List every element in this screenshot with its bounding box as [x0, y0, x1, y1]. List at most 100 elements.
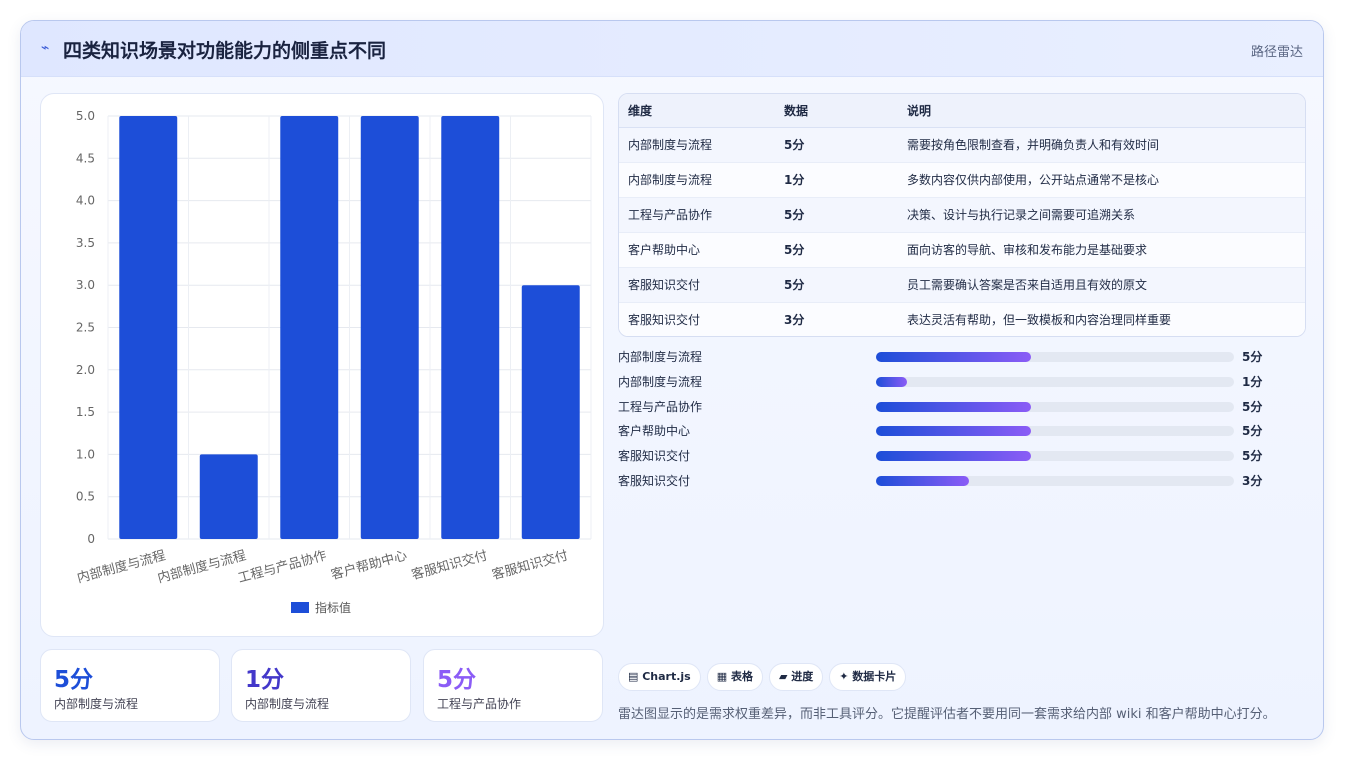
bar	[360, 116, 419, 539]
progress-track	[876, 475, 1234, 486]
table-cell: 表达灵活有帮助，但一致模板和内容治理同样重要	[907, 302, 1305, 336]
x-tick-label: 内部制度与流程	[156, 547, 248, 586]
table-row: 内部制度与流程 5分 需要按角色限制查看，并明确负责人和有效时间	[619, 127, 1305, 163]
progress-row: 工程与产品协作 5分	[618, 397, 1278, 422]
y-tick-label: 2.5	[76, 321, 95, 335]
stat-label: 内部制度与流程	[54, 697, 139, 711]
chip-progress[interactable]: ▰ 进度	[768, 663, 824, 691]
chart-legend[interactable]: 指标值	[291, 599, 351, 616]
y-tick-label: 4.5	[76, 151, 95, 165]
progress-label: 内部制度与流程	[618, 350, 703, 364]
bar-chart: 0 0.5 1.0 1.5 2.0 2.5 3.0 3.5 4.0 4.5 5.0 内部制度与流程内部…	[75, 109, 592, 586]
table-cell: 需要按角色限制查看，并明确负责人和有效时间	[907, 127, 1305, 163]
data-table: 维度 数据 说明 内部制度与流程 5分 需要按角色限制查看，并明确负责人和有效时…	[618, 93, 1306, 337]
pulse-icon: ⌁	[41, 40, 50, 56]
y-tick-label: 0	[87, 532, 95, 546]
table-cell: 5分	[784, 127, 907, 163]
y-tick-label: 0.5	[76, 490, 95, 504]
bar	[199, 454, 258, 539]
header-tag: 路径雷达	[1250, 45, 1303, 60]
stat-label: 工程与产品协作	[437, 697, 522, 711]
progress-fill	[876, 352, 1031, 362]
progress-label: 客服知识交付	[618, 473, 691, 488]
stat-card-1: 5分 内部制度与流程	[40, 649, 220, 722]
table-row: 工程与产品协作 5分 决策、设计与执行记录之间需要可追溯关系	[619, 197, 1305, 233]
column-header: 说明	[907, 94, 1305, 128]
table-cell: 客服知识交付	[619, 267, 784, 303]
progress-value: 5分	[1242, 350, 1263, 364]
table-row: 客户帮助中心 5分 面向访客的导航、审核和发布能力是基础要求	[619, 232, 1305, 268]
bar	[119, 116, 178, 539]
y-tick-label: 1.5	[76, 405, 95, 419]
stat-value: 5分	[437, 667, 477, 693]
x-tick-label: 客服知识交付	[410, 547, 489, 583]
x-tick-label: 客户帮助中心	[329, 547, 408, 583]
progress-value: 1分	[1242, 374, 1263, 389]
chip-data-cards[interactable]: ✦ 数据卡片	[829, 663, 907, 691]
table-header-row: 维度 数据 说明	[619, 94, 1305, 128]
y-tick-label: 3.5	[76, 236, 95, 250]
progress-row: 内部制度与流程 5分	[618, 347, 1278, 372]
progress-value: 5分	[1242, 424, 1263, 439]
legend-label: 指标值	[315, 601, 352, 615]
progress-value: 3分	[1242, 473, 1263, 488]
progress-row: 客户帮助中心 5分	[618, 421, 1278, 446]
table-cell: 1分	[784, 162, 907, 198]
x-tick-label: 内部制度与流程	[75, 547, 167, 586]
table-cell: 员工需要确认答案是否来自适用且有效的原文	[907, 267, 1305, 303]
progress-list: 内部制度与流程 5分 内部制度与流程 1分 工程与产品协作 5分 客户帮助中心 …	[618, 347, 1278, 496]
progress-row: 内部制度与流程 1分	[618, 372, 1278, 397]
chip-chartjs[interactable]: ▤ Chart.js	[618, 663, 701, 691]
bar	[280, 116, 339, 539]
chip-table[interactable]: ▦ 表格	[706, 663, 763, 691]
y-tick-label: 5.0	[76, 109, 95, 123]
progress-label: 客服知识交付	[618, 449, 691, 464]
x-tick-label: 工程与产品协作	[236, 548, 328, 586]
progress-label: 客户帮助中心	[618, 424, 691, 439]
page-title: 四类知识场景对功能能力的侧重点不同	[63, 40, 387, 62]
y-tick-label: 1.0	[76, 447, 95, 461]
y-tick-label: 2.0	[76, 363, 95, 377]
progress-fill	[876, 401, 1031, 412]
table-cell: 决策、设计与执行记录之间需要可追溯关系	[907, 197, 1305, 233]
legend-swatch	[291, 602, 309, 613]
table-cell: 面向访客的导航、审核和发布能力是基础要求	[907, 232, 1305, 268]
view-chips: ▤ Chart.js ▦ 表格 ▰ 进度 ✦ 数据卡片	[618, 663, 912, 691]
table-cell: 内部制度与流程	[619, 127, 784, 163]
table-cell: 多数内容仅供内部使用，公开站点通常不是核心	[907, 162, 1305, 198]
y-tick-label: 3.0	[76, 278, 95, 292]
progress-fill	[876, 426, 1031, 437]
progress-fill	[876, 475, 970, 486]
table-cell: 3分	[784, 302, 907, 336]
stat-card-3: 5分 工程与产品协作	[423, 649, 603, 722]
stat-value: 1分	[245, 667, 285, 693]
progress-row: 客服知识交付 3分	[618, 471, 1278, 496]
progress-value: 5分	[1242, 449, 1263, 464]
bar	[521, 285, 580, 539]
footer-note: 雷达图显示的是需求权重差异，而非工具评分。它提醒评估者不要用同一套需求给内部 w…	[618, 707, 1276, 722]
progress-track	[876, 376, 1234, 387]
progress-track	[876, 401, 1234, 412]
progress-value: 5分	[1242, 399, 1263, 414]
y-tick-label: 4.0	[76, 194, 95, 208]
x-tick-label: 客服知识交付	[490, 547, 569, 583]
stat-value: 5分	[54, 667, 94, 693]
table-row: 客服知识交付 5分 员工需要确认答案是否来自适用且有效的原文	[619, 267, 1305, 303]
stat-label: 内部制度与流程	[245, 697, 330, 711]
progress-track	[876, 426, 1234, 437]
bar-chart-panel: 0 0.5 1.0 1.5 2.0 2.5 3.0 3.5 4.0 4.5 5.0 内部制度与流程 内部…	[40, 93, 604, 637]
table-cell: 5分	[784, 232, 907, 268]
table-cell: 客户帮助中心	[619, 232, 784, 268]
progress-fill	[876, 376, 908, 387]
stat-card-2: 1分 内部制度与流程	[231, 649, 411, 722]
table-cell: 5分	[784, 197, 907, 233]
progress-label: 工程与产品协作	[618, 399, 703, 414]
header: ⌁ 四类知识场景对功能能力的侧重点不同 路径雷达	[21, 21, 1323, 77]
progress-label: 内部制度与流程	[618, 374, 703, 389]
table-cell: 工程与产品协作	[619, 197, 784, 233]
column-header: 维度	[619, 94, 784, 128]
table-cell: 内部制度与流程	[619, 162, 784, 198]
progress-track	[876, 352, 1234, 362]
progress-fill	[876, 451, 1031, 462]
column-header: 数据	[784, 94, 907, 128]
